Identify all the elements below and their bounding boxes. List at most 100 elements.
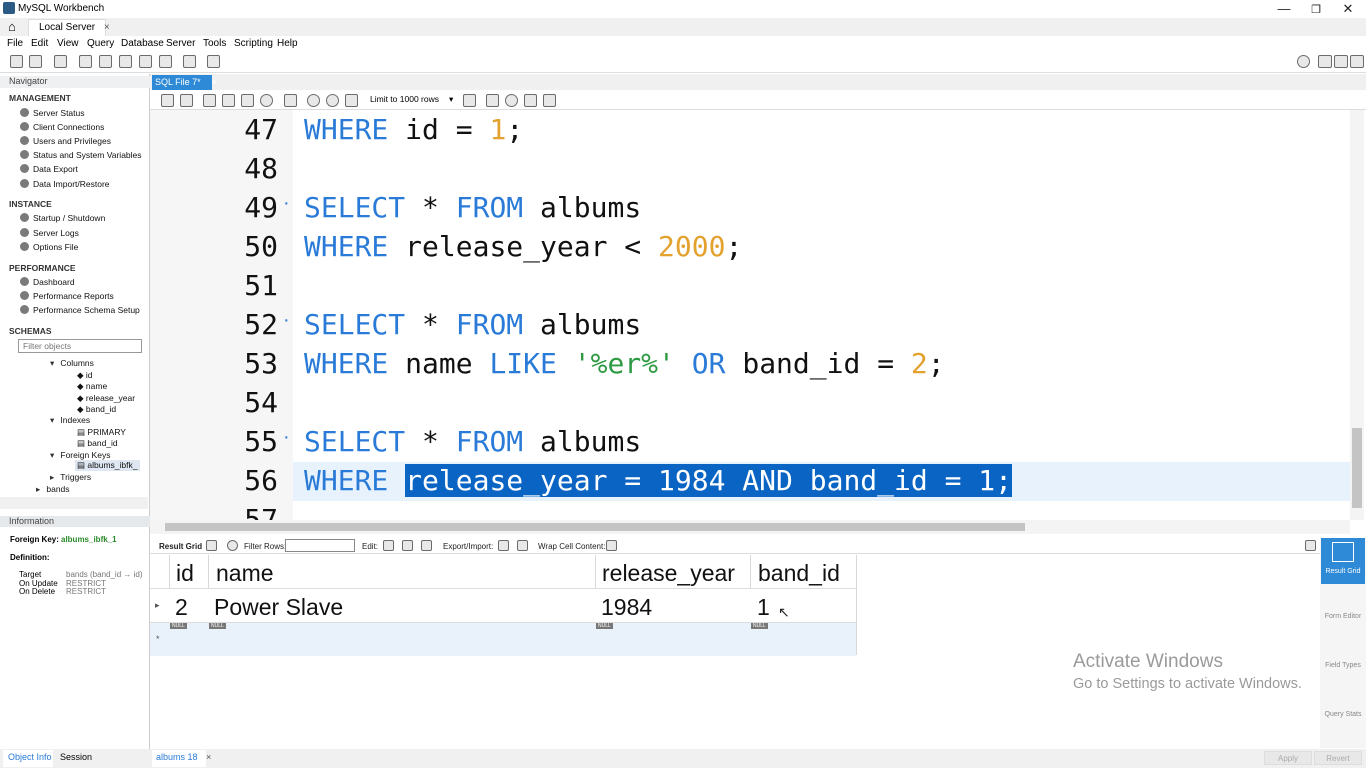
- refresh-icon[interactable]: [227, 540, 238, 551]
- import-icon[interactable]: [517, 540, 528, 551]
- search-icon[interactable]: [505, 94, 518, 107]
- sql-file-tab[interactable]: SQL File 7* ×: [152, 75, 216, 90]
- delete-row-icon[interactable]: [421, 540, 432, 551]
- wrap-icon[interactable]: [606, 540, 617, 551]
- tab-session[interactable]: Session: [60, 752, 92, 762]
- toggle-output-icon[interactable]: [1334, 55, 1348, 68]
- apply-button[interactable]: Apply: [1264, 751, 1312, 765]
- form-editor-button[interactable]: Form Editor: [1321, 613, 1365, 620]
- query-stats-button[interactable]: Query Stats: [1321, 711, 1365, 718]
- result-tab-albums[interactable]: albums 18 ×: [152, 750, 211, 767]
- new-sql-tab-icon[interactable]: [10, 55, 23, 68]
- tree-index-band-id[interactable]: ▤ band_id: [77, 438, 118, 449]
- menu-edit[interactable]: Edit: [31, 38, 48, 49]
- nav-users-privileges[interactable]: Users and Privileges: [20, 136, 111, 146]
- nav-server-logs[interactable]: Server Logs: [20, 228, 79, 238]
- autocommit-icon[interactable]: [345, 94, 358, 107]
- tree-columns[interactable]: ▾ Columns: [50, 358, 94, 369]
- search-table-data-icon[interactable]: [183, 55, 196, 68]
- close-icon[interactable]: ×: [206, 752, 211, 762]
- code-line[interactable]: WHERE release_year = 1984 AND band_id = …: [304, 461, 1013, 500]
- toggle-secondary-sidebar-icon[interactable]: [1350, 55, 1364, 68]
- revert-button[interactable]: Revert: [1314, 751, 1362, 765]
- cell-band-id[interactable]: 1: [757, 594, 770, 621]
- code-line[interactable]: WHERE name LIKE '%er%' OR band_id = 2;: [304, 344, 945, 383]
- tree-column-name[interactable]: ◆ name: [77, 381, 107, 392]
- add-snippet-icon[interactable]: [463, 94, 476, 107]
- menu-server[interactable]: Server: [166, 38, 195, 49]
- nav-startup-shutdown[interactable]: Startup / Shutdown: [20, 213, 105, 223]
- toggle-error-icon[interactable]: [284, 94, 297, 107]
- tree-index-primary[interactable]: ▤ PRIMARY: [77, 427, 126, 438]
- restore-button[interactable]: ❐: [1306, 3, 1326, 16]
- menu-query[interactable]: Query: [87, 38, 114, 49]
- nav-data-export[interactable]: Data Export: [20, 164, 78, 174]
- column-header-band-id[interactable]: band_id: [758, 560, 840, 587]
- open-file-icon[interactable]: [161, 94, 174, 107]
- execute-icon[interactable]: [203, 94, 216, 107]
- nav-status-variables[interactable]: Status and System Variables: [20, 150, 142, 160]
- toggle-sidebar-icon[interactable]: [1318, 55, 1332, 68]
- reconnect-icon[interactable]: [207, 55, 220, 68]
- open-sql-script-icon[interactable]: [29, 55, 42, 68]
- tree-indexes[interactable]: ▾ Indexes: [50, 415, 90, 426]
- menu-tools[interactable]: Tools: [203, 38, 226, 49]
- limit-rows-select[interactable]: Limit to 1000 rows ▾: [367, 94, 453, 107]
- close-icon[interactable]: ×: [104, 22, 110, 33]
- explain-icon[interactable]: [241, 94, 254, 107]
- code-line[interactable]: SELECT * FROM albums: [304, 188, 641, 227]
- menu-help[interactable]: Help: [277, 38, 298, 49]
- filter-objects-input[interactable]: [18, 339, 142, 353]
- invisible-chars-icon[interactable]: [524, 94, 537, 107]
- nav-dashboard[interactable]: Dashboard: [20, 277, 75, 287]
- cell-name[interactable]: Power Slave: [214, 594, 343, 621]
- execute-current-icon[interactable]: [222, 94, 235, 107]
- tree-fk-albums[interactable]: ▤ albums_ibfk_: [75, 460, 140, 471]
- create-table-icon[interactable]: [99, 55, 112, 68]
- commit-icon[interactable]: [307, 94, 320, 107]
- save-icon[interactable]: [180, 94, 193, 107]
- cell-release-year[interactable]: 1984: [601, 594, 652, 621]
- create-function-icon[interactable]: [159, 55, 172, 68]
- home-icon[interactable]: ⌂: [8, 19, 16, 34]
- nav-options-file[interactable]: Options File: [20, 242, 78, 252]
- connection-tab-local-server[interactable]: Local Server ×: [28, 19, 110, 36]
- toggle-result-panel-icon[interactable]: [1305, 540, 1316, 551]
- editor-hscroll-thumb[interactable]: [165, 523, 1025, 531]
- column-header-name[interactable]: name: [216, 560, 274, 587]
- tree-bands[interactable]: ▸ bands: [36, 484, 70, 495]
- stop-icon[interactable]: [260, 94, 273, 107]
- nav-performance-reports[interactable]: Performance Reports: [20, 291, 114, 301]
- navigator-hscroll[interactable]: [0, 497, 148, 509]
- word-wrap-icon[interactable]: [543, 94, 556, 107]
- minimize-button[interactable]: —: [1274, 1, 1294, 16]
- tree-column-id[interactable]: ◆ id: [77, 370, 93, 381]
- close-icon[interactable]: ×: [211, 77, 216, 87]
- insert-row-icon[interactable]: [402, 540, 413, 551]
- inspector-icon[interactable]: [54, 55, 67, 68]
- tab-object-info[interactable]: Object Info: [3, 750, 53, 767]
- cell-id[interactable]: 2: [175, 594, 188, 621]
- close-button[interactable]: ✕: [1338, 1, 1358, 17]
- rollback-icon[interactable]: [326, 94, 339, 107]
- tree-triggers[interactable]: ▸ Triggers: [50, 472, 91, 483]
- create-view-icon[interactable]: [119, 55, 132, 68]
- editor-vscroll-thumb[interactable]: [1352, 428, 1362, 508]
- code-line[interactable]: WHERE release_year < 2000;: [304, 227, 742, 266]
- nav-data-import[interactable]: Data Import/Restore: [20, 179, 110, 189]
- column-header-id[interactable]: id: [176, 560, 194, 587]
- settings-gear-icon[interactable]: [1297, 55, 1310, 68]
- column-header-release-year[interactable]: release_year: [602, 560, 735, 587]
- code-line[interactable]: SELECT * FROM albums: [304, 422, 641, 461]
- nav-client-connections[interactable]: Client Connections: [20, 122, 104, 132]
- menu-scripting[interactable]: Scripting: [234, 38, 273, 49]
- nav-server-status[interactable]: Server Status: [20, 108, 85, 118]
- beautify-icon[interactable]: [486, 94, 499, 107]
- create-procedure-icon[interactable]: [139, 55, 152, 68]
- code-line[interactable]: SELECT * FROM albums: [304, 305, 641, 344]
- menu-database[interactable]: Database: [121, 38, 164, 49]
- menu-file[interactable]: File: [7, 38, 23, 49]
- menu-view[interactable]: View: [57, 38, 79, 49]
- edit-row-icon[interactable]: [383, 540, 394, 551]
- create-schema-icon[interactable]: [79, 55, 92, 68]
